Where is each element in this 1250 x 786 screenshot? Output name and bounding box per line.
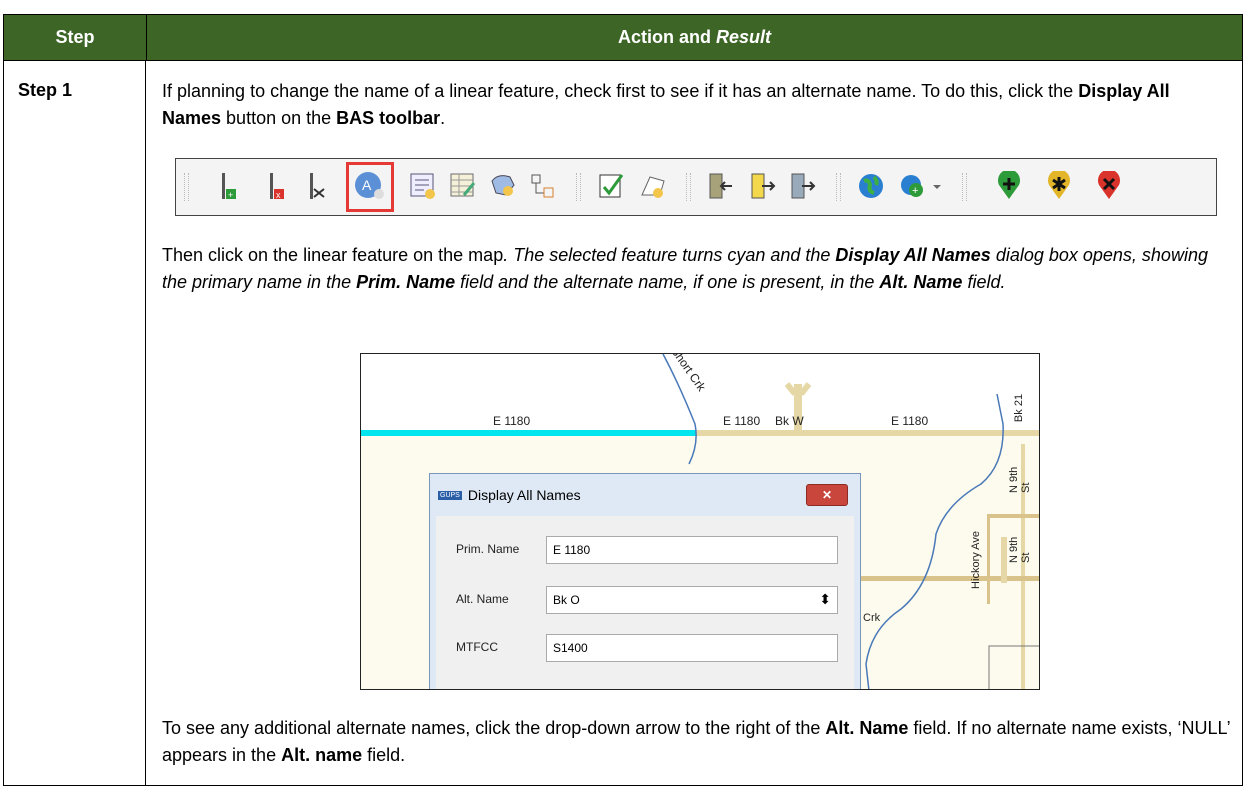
validate-icon[interactable] [596,171,626,201]
polygon-edit-icon[interactable] [638,171,668,201]
p1-t2: button on the [221,108,337,128]
p2-bi3: Alt. Name [879,272,963,292]
paragraph-1: If planning to change the name of a line… [162,78,1232,132]
mtfcc-field[interactable]: S1400 [546,634,838,662]
import-icon[interactable] [706,171,736,201]
dialog-title: Display All Names [467,487,581,503]
header-result-text: Result [715,27,771,47]
p2-t1: Then click on the linear feature on the … [162,245,504,265]
bas-toolbar: + x A + [175,158,1217,216]
p1-t1: If planning to change the name of a line… [162,81,1079,101]
p3-b1: Alt. Name [825,718,909,738]
map-label-crk: Crk [863,612,881,624]
map-label-e1180-c: E 1180 [891,414,929,428]
p2-bi1: Display All Names [835,245,991,265]
display-all-names-dialog: GUPS Display All Names ✕ Prim. Name E 11… [429,473,861,689]
attribute-form-icon[interactable] [408,171,438,201]
p2-i4: field. [962,272,1006,292]
p2-i3: field and the alternate name, if one is … [455,272,880,292]
feature-tree-icon[interactable] [528,171,558,201]
header-action: Action and Result [147,15,1242,60]
display-all-names-icon[interactable]: A [354,170,384,200]
step-label: Step 1 [18,80,73,100]
globe-icon[interactable] [856,171,886,201]
road-e1180-east [696,430,1039,436]
remove-marker-icon[interactable] [1094,169,1124,201]
p1-b2: BAS toolbar [336,108,441,128]
delete-line-icon[interactable]: x [262,171,292,201]
review-icon[interactable] [788,171,818,201]
gups-app-icon: GUPS [438,490,462,500]
alt-name-field[interactable]: Bk O ⬍ [546,586,838,614]
header-step: Step [4,15,147,60]
paragraph-3: To see any additional alternate names, c… [162,715,1232,769]
toolbar-separator-2 [686,173,691,201]
p3-t1: To see any additional alternate names, c… [162,718,826,738]
spinner-icon[interactable]: ⬍ [819,591,831,608]
table-edit-icon[interactable] [448,171,478,201]
toolbar-handle [184,173,189,201]
toolbar-separator-4 [962,173,967,201]
p3-t3: field. [362,745,406,765]
map-label-n9th-a: N 9th St [1008,466,1032,493]
map-label-bk-w: Bk W [775,414,804,428]
p3-b2: Alt. name [281,745,363,765]
alt-name-value: Bk O [553,593,580,607]
svg-text:+: + [228,190,233,200]
asterisk-marker-icon[interactable] [1044,169,1074,201]
dialog-titlebar[interactable]: GUPS Display All Names [430,474,860,516]
toolbar-separator [576,173,581,201]
map-label-e1180-b: E 1180 [723,414,761,428]
split-line-icon[interactable] [304,171,334,201]
column-divider [145,61,146,786]
prim-name-label: Prim. Name [456,542,520,556]
close-icon[interactable]: ✕ [806,484,848,506]
add-layer-icon[interactable]: + [898,171,928,201]
p2-bi2: Prim. Name [356,272,456,292]
mtfcc-label: MTFCC [456,640,498,654]
paragraph-2: Then click on the linear feature on the … [162,242,1232,296]
p2-i1: . The selected feature turns cyan and th… [503,245,836,265]
map-label-n9th-b: N 9th St [1008,536,1032,563]
svg-text:A: A [362,177,372,193]
header-step-text: Step [55,27,95,47]
map-label-hickory: Hickory Ave [969,531,982,589]
svg-text:+: + [912,185,918,197]
p1-t3: . [440,108,446,128]
add-marker-icon[interactable] [994,169,1024,201]
map-label-e1180-a: E 1180 [493,414,531,428]
cyan-selected-road [361,430,696,436]
header-action-text: Action and [617,27,716,47]
chevron-down-icon[interactable] [930,171,944,201]
map-label-bk21: Bk 21 [1013,393,1026,423]
alt-name-label: Alt. Name [456,592,509,606]
add-line-icon[interactable]: + [214,171,244,201]
dialog-body: Prim. Name E 1180 Alt. Name Bk O ⬍ MTFCC… [436,516,854,689]
identify-icon[interactable] [488,171,518,201]
prim-name-field[interactable]: E 1180 [546,536,838,564]
map-screenshot: Short Crk E 1180 E 1180 Bk W E 1180 Bk 2… [360,353,1040,690]
svg-text:x: x [276,190,281,200]
toolbar-separator-3 [836,173,841,201]
table-header-row: Step Action and Result [3,14,1243,61]
export-icon[interactable] [748,171,778,201]
